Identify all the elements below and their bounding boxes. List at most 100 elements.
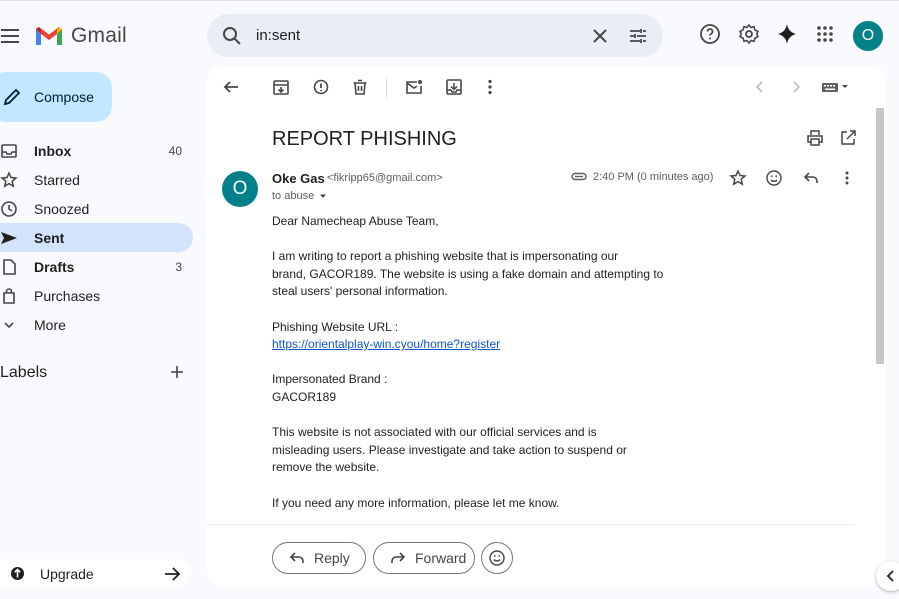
reply-label: Reply [314, 550, 350, 566]
sidebar-item-snoozed[interactable]: Snoozed [0, 194, 193, 223]
sidebar-item-label: Inbox [34, 143, 72, 159]
top-divider [0, 0, 899, 1]
brand-value: GACOR189 [272, 389, 337, 404]
keyboard-input-icon[interactable] [820, 77, 852, 97]
email-timestamp: 2:40 PM (0 minutes ago) [593, 171, 714, 183]
gmail-m-icon [34, 25, 64, 47]
smiley-icon [488, 549, 506, 567]
body-line: This website is not associated with our … [272, 425, 597, 440]
sidebar-item-purchases[interactable]: Purchases [0, 281, 193, 310]
report-spam-icon[interactable] [311, 77, 331, 97]
recipients-label: to abuse [272, 190, 315, 202]
inbox-icon [0, 142, 18, 160]
sidebar-item-label: Drafts [34, 259, 75, 275]
body-line: brand, GACOR189. The website is using a … [272, 266, 664, 281]
labels-heading: Labels [0, 364, 48, 381]
mark-unread-icon[interactable] [404, 77, 424, 97]
forward-button[interactable]: Forward [373, 542, 475, 574]
older-chevron-right-icon[interactable] [786, 77, 806, 97]
settings-gear-icon[interactable] [737, 22, 761, 46]
sidebar-item-sent[interactable]: Sent [0, 223, 193, 252]
body-greeting: Dear Namecheap Abuse Team, [272, 214, 439, 228]
star-icon[interactable] [729, 169, 747, 187]
back-arrow-icon[interactable] [221, 77, 241, 97]
main-menu-icon[interactable] [0, 25, 22, 47]
open-new-window-icon[interactable] [838, 128, 858, 148]
account-avatar[interactable]: O [853, 21, 883, 51]
recipients-dropdown[interactable]: to abuse [272, 190, 328, 202]
body-line: misleading users. Please investigate and… [272, 442, 627, 457]
emoji-react-button[interactable] [481, 542, 513, 574]
sidebar-item-label: More [34, 317, 66, 333]
move-to-icon[interactable] [444, 77, 464, 97]
sidebar-item-inbox[interactable]: Inbox 40 [0, 136, 193, 165]
gemini-sparkle-icon[interactable] [775, 22, 799, 46]
url-label: Phishing Website URL : [272, 319, 399, 334]
caret-down-icon [318, 191, 328, 201]
sender-name[interactable]: Oke Gas [272, 171, 325, 186]
clock-icon [0, 200, 18, 218]
body-line: I am writing to report a phishing websit… [272, 249, 619, 264]
forward-label: Forward [415, 550, 467, 566]
sender-email: <fikripp65@gmail.com> [327, 172, 443, 184]
sender-avatar[interactable]: O [222, 171, 258, 207]
sidebar-item-drafts[interactable]: Drafts 3 [0, 252, 193, 281]
help-icon[interactable] [698, 22, 722, 46]
upgrade-icon [10, 566, 25, 581]
archive-icon[interactable] [271, 77, 291, 97]
shopping-bag-icon [0, 287, 18, 305]
phishing-url-link[interactable]: https://orientalplay-win.cyou/home?regis… [272, 337, 500, 351]
more-options-icon[interactable] [480, 77, 500, 97]
sidebar-item-more[interactable]: More [0, 310, 193, 339]
compose-label: Compose [34, 89, 94, 105]
newer-chevron-left-icon[interactable] [750, 77, 770, 97]
brand-label: Impersonated Brand : [272, 372, 388, 387]
reply-icon [288, 549, 306, 567]
send-icon [0, 229, 18, 247]
forward-icon [389, 549, 407, 567]
upgrade-button[interactable]: Upgrade [0, 559, 190, 587]
sidebar-nav: Inbox 40 Starred Snoozed Sent Drafts 3 P… [0, 136, 200, 339]
toolbar-divider [386, 78, 387, 98]
side-panel-toggle[interactable] [876, 561, 899, 591]
arrow-right-icon [162, 564, 182, 584]
message-divider [207, 524, 855, 525]
search-input[interactable]: in:sent [256, 27, 300, 44]
search-icon[interactable] [221, 25, 243, 47]
reply-button[interactable]: Reply [272, 542, 366, 574]
draft-icon [0, 258, 18, 276]
gmail-logo-text: Gmail [71, 24, 127, 47]
message-more-icon[interactable] [838, 169, 856, 187]
search-options-icon[interactable] [627, 25, 649, 47]
sidebar-item-label: Purchases [34, 288, 101, 304]
sidebar-item-starred[interactable]: Starred [0, 165, 193, 194]
add-reaction-icon[interactable] [765, 169, 783, 187]
delete-trash-icon[interactable] [350, 77, 370, 97]
chevron-left-icon [883, 568, 899, 584]
email-body: Dear Namecheap Abuse Team, I am writing … [272, 213, 692, 512]
chevron-down-icon [0, 316, 18, 334]
email-subject: REPORT PHISHING [272, 128, 457, 150]
star-icon [0, 171, 18, 189]
attachment-icon [570, 170, 588, 184]
print-icon[interactable] [805, 128, 825, 148]
clear-search-icon[interactable] [589, 25, 611, 47]
body-line: steal users' personal information. [272, 284, 448, 299]
add-label-icon[interactable] [168, 363, 186, 381]
apps-grid-icon[interactable] [813, 22, 837, 46]
message-panel: REPORT PHISHING O Oke Gas <fikripp65@gma… [207, 66, 886, 587]
sidebar-item-label: Sent [34, 230, 65, 246]
sidebar-item-label: Snoozed [34, 201, 90, 217]
pencil-icon [2, 87, 22, 107]
labels-section: Labels [0, 363, 190, 383]
top-bar: Gmail in:sent O [0, 0, 899, 66]
unread-count: 40 [168, 144, 182, 158]
reply-icon[interactable] [802, 169, 820, 187]
body-line: remove the website. [272, 460, 380, 475]
draft-count: 3 [175, 260, 182, 274]
scrollbar-thumb[interactable] [876, 108, 884, 364]
search-bar[interactable]: in:sent [207, 14, 663, 57]
body-line: If you need any more information, please… [272, 495, 560, 510]
gmail-logo[interactable]: Gmail [34, 24, 127, 48]
compose-button[interactable]: Compose [0, 72, 112, 122]
